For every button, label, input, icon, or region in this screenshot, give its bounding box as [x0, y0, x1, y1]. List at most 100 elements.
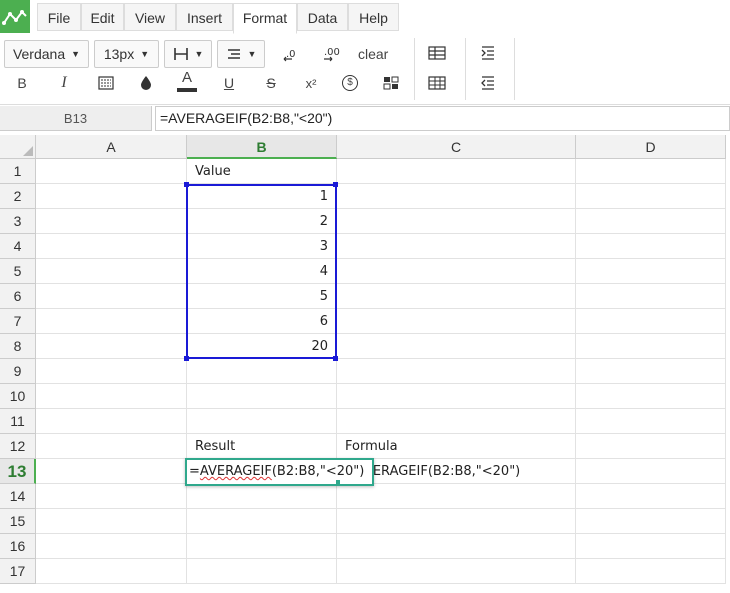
cell-b11[interactable] — [187, 409, 337, 434]
cell-a16[interactable] — [36, 534, 187, 559]
cell-d17[interactable] — [576, 559, 726, 584]
cell-b6[interactable]: 5 — [187, 284, 337, 309]
cell-c2[interactable] — [337, 184, 576, 209]
cell-b16[interactable] — [187, 534, 337, 559]
cell-c8[interactable] — [337, 334, 576, 359]
cell-c14[interactable] — [337, 484, 576, 509]
cell-a13[interactable] — [36, 459, 187, 484]
row-header-11[interactable]: 11 — [0, 409, 36, 434]
cell-b14[interactable] — [187, 484, 337, 509]
increase-decimal-button[interactable]: .00 — [317, 40, 345, 68]
menu-insert[interactable]: Insert — [176, 3, 233, 31]
cell-b17[interactable] — [187, 559, 337, 584]
cell-c17[interactable] — [337, 559, 576, 584]
cell-b10[interactable] — [187, 384, 337, 409]
cell-d13[interactable] — [576, 459, 726, 484]
cell-b9[interactable] — [187, 359, 337, 384]
outdent-button[interactable] — [474, 69, 502, 97]
cell-d1[interactable] — [576, 159, 726, 184]
indent-button[interactable] — [474, 39, 502, 67]
cell-a11[interactable] — [36, 409, 187, 434]
formula-input[interactable]: =AVERAGEIF(B2:B8,"<20") — [155, 106, 730, 131]
cell-d14[interactable] — [576, 484, 726, 509]
menu-format[interactable]: Format — [233, 3, 297, 34]
font-size-dropdown[interactable]: 13px ▼ — [94, 40, 159, 68]
row-header-7[interactable]: 7 — [0, 309, 36, 334]
cell-d5[interactable] — [576, 259, 726, 284]
superscript-button[interactable]: x² — [297, 69, 325, 97]
cell-d11[interactable] — [576, 409, 726, 434]
cell-a12[interactable] — [36, 434, 187, 459]
underline-button[interactable]: U — [215, 69, 243, 97]
cell-b8[interactable]: 20 — [187, 334, 337, 359]
cell-a3[interactable] — [36, 209, 187, 234]
menu-edit[interactable]: Edit — [81, 3, 124, 31]
font-family-dropdown[interactable]: Verdana ▼ — [4, 40, 89, 68]
italic-button[interactable]: I — [50, 69, 78, 97]
cell-a6[interactable] — [36, 284, 187, 309]
cell-b1[interactable]: Value — [187, 159, 337, 184]
column-header-c[interactable]: C — [337, 135, 576, 159]
cell-d3[interactable] — [576, 209, 726, 234]
cell-d4[interactable] — [576, 234, 726, 259]
cell-c7[interactable] — [337, 309, 576, 334]
fill-handle[interactable] — [336, 480, 340, 484]
menu-help[interactable]: Help — [348, 3, 399, 31]
cell-c1[interactable] — [337, 159, 576, 184]
cell-b3[interactable]: 2 — [187, 209, 337, 234]
decrease-decimal-button[interactable]: .0 — [276, 40, 304, 68]
cell-c4[interactable] — [337, 234, 576, 259]
row-header-12[interactable]: 12 — [0, 434, 36, 459]
cell-c6[interactable] — [337, 284, 576, 309]
cell-d7[interactable] — [576, 309, 726, 334]
range-handle[interactable] — [184, 182, 189, 187]
align-dropdown[interactable]: ▼ — [217, 40, 265, 68]
cell-d2[interactable] — [576, 184, 726, 209]
currency-button[interactable]: $ — [336, 69, 364, 97]
cell-a7[interactable] — [36, 309, 187, 334]
strikethrough-button[interactable]: S — [257, 69, 285, 97]
menu-file[interactable]: File — [37, 3, 81, 31]
cell-d8[interactable] — [576, 334, 726, 359]
name-box[interactable]: B13 — [0, 106, 152, 131]
cell-c5[interactable] — [337, 259, 576, 284]
cell-c12[interactable]: Formula — [337, 434, 576, 459]
clear-format-button[interactable]: clear — [358, 40, 388, 68]
cell-b4[interactable]: 3 — [187, 234, 337, 259]
cell-d12[interactable] — [576, 434, 726, 459]
row-header-17[interactable]: 17 — [0, 559, 36, 584]
cell-a17[interactable] — [36, 559, 187, 584]
insert-table-button[interactable] — [423, 39, 451, 67]
range-handle[interactable] — [184, 356, 189, 361]
borders-dropdown[interactable]: ▼ — [164, 40, 212, 68]
cell-c9[interactable] — [337, 359, 576, 384]
cell-a4[interactable] — [36, 234, 187, 259]
range-handle[interactable] — [333, 182, 338, 187]
cell-a1[interactable] — [36, 159, 187, 184]
range-handle[interactable] — [333, 356, 338, 361]
cell-a15[interactable] — [36, 509, 187, 534]
cell-c16[interactable] — [337, 534, 576, 559]
cell-b7[interactable]: 6 — [187, 309, 337, 334]
cell-d9[interactable] — [576, 359, 726, 384]
cell-b5[interactable]: 4 — [187, 259, 337, 284]
cell-d16[interactable] — [576, 534, 726, 559]
cell-d15[interactable] — [576, 509, 726, 534]
format-cell-button[interactable] — [92, 69, 120, 97]
row-header-1[interactable]: 1 — [0, 159, 36, 184]
fill-color-button[interactable] — [132, 69, 160, 97]
table-borders-button[interactable] — [423, 69, 451, 97]
merge-cells-button[interactable] — [377, 69, 405, 97]
row-header-6[interactable]: 6 — [0, 284, 36, 309]
column-header-a[interactable]: A — [36, 135, 187, 159]
menu-view[interactable]: View — [124, 3, 176, 31]
cell-c11[interactable] — [337, 409, 576, 434]
row-header-16[interactable]: 16 — [0, 534, 36, 559]
cell-d10[interactable] — [576, 384, 726, 409]
cell-b15[interactable] — [187, 509, 337, 534]
cell-b2[interactable]: 1 — [187, 184, 337, 209]
cell-b12[interactable]: Result — [187, 434, 337, 459]
row-header-13[interactable]: 13 — [0, 459, 36, 484]
row-header-3[interactable]: 3 — [0, 209, 36, 234]
cell-c15[interactable] — [337, 509, 576, 534]
